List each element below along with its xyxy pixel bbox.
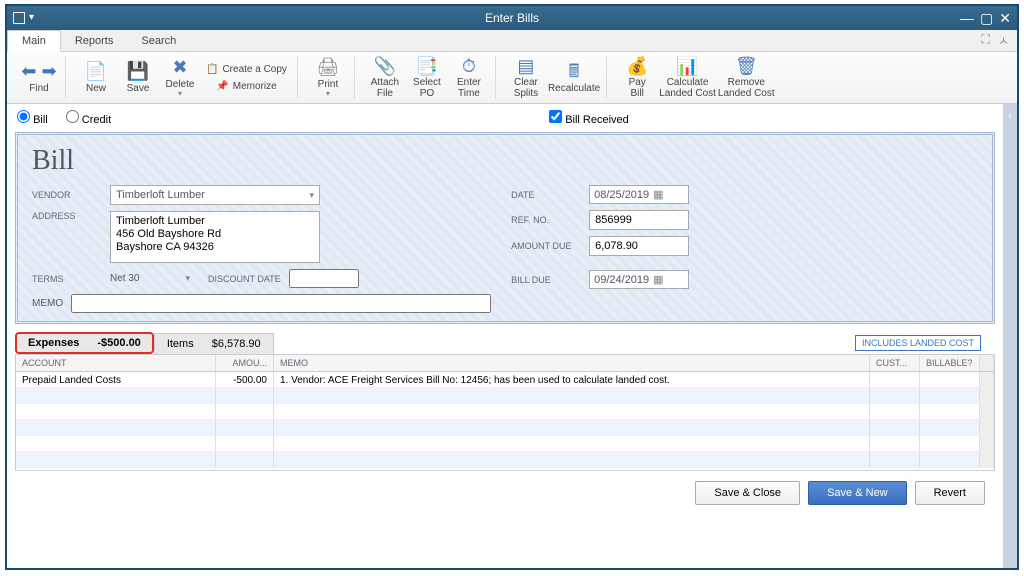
vendor-select[interactable]: Timberloft Lumber▾ [110, 185, 320, 205]
col-memo[interactable]: MEMO [274, 355, 870, 371]
chevron-down-icon: ▾ [309, 190, 314, 201]
clear-splits-button[interactable]: ▤Clear Splits [506, 56, 546, 99]
tab-reports[interactable]: Reports [61, 31, 128, 51]
new-doc-icon: 📄 [85, 61, 107, 83]
address-input[interactable] [110, 211, 320, 263]
delete-button[interactable]: ✖Delete▾ [160, 56, 200, 99]
terms-select[interactable]: Net 30▾ [110, 273, 190, 284]
table-row[interactable] [16, 388, 994, 404]
table-row[interactable] [16, 420, 994, 436]
nav-prev-next[interactable]: ⬅ ➡ Find [19, 56, 59, 99]
label-bill-due: BILL DUE [511, 275, 581, 285]
pay-icon: 💰 [626, 56, 648, 77]
new-button[interactable]: 📄New [76, 56, 116, 99]
calendar-icon: ▦ [653, 188, 663, 201]
label-date: DATE [511, 190, 581, 200]
date-input[interactable]: 08/25/2019▦ [589, 185, 689, 204]
checkbox-bill-received[interactable]: Bill Received [549, 110, 629, 126]
label-memo: MEMO [32, 298, 63, 309]
save-button[interactable]: 💾Save [118, 56, 158, 99]
create-copy-button[interactable]: 📋Create a Copy [202, 62, 291, 77]
save-close-button[interactable]: Save & Close [695, 481, 800, 505]
label-discount-date: DISCOUNT DATE [208, 274, 281, 284]
grid-header: ACCOUNT AMOU... MEMO CUST... BILLABLE? [16, 355, 994, 372]
bill-card: Bill VENDOR Timberloft Lumber▾ ADDRESS T… [15, 132, 995, 324]
expense-grid: ACCOUNT AMOU... MEMO CUST... BILLABLE? P… [15, 354, 995, 471]
label-terms: TERMS [32, 274, 102, 284]
save-icon: 💾 [127, 61, 149, 83]
paperclip-icon: 📎 [374, 56, 396, 77]
stopwatch-icon: ⏱ [462, 56, 476, 77]
stop-icon[interactable] [13, 12, 25, 24]
select-po-button[interactable]: 📑Select PO [407, 56, 447, 99]
detail-tabs: Expenses -$500.00 Items $6,578.90 INCLUD… [15, 332, 995, 354]
label-address: ADDRESS [32, 211, 102, 221]
toolbar: ⬅ ➡ Find 📄New 💾Save ✖Delete▾ 📋Create a C… [7, 52, 1017, 104]
label-amount-due: AMOUNT DUE [511, 241, 581, 251]
landed-cost-icon: 📊 [676, 56, 698, 77]
po-icon: 📑 [416, 56, 438, 77]
chevron-up-icon[interactable]: ㅅ [998, 32, 1009, 49]
expand-icon[interactable]: ⛶ [982, 32, 990, 49]
remove-landed-cost-button[interactable]: 🗑Remove Landed Cost [718, 56, 775, 99]
table-row[interactable]: Prepaid Landed Costs-500.001. Vendor: AC… [16, 372, 994, 388]
calc-landed-cost-button[interactable]: 📊Calculate Landed Cost [659, 56, 716, 99]
scrollbar-head [980, 355, 994, 371]
refno-input[interactable] [589, 210, 689, 230]
radio-bill[interactable]: Bill [17, 110, 48, 126]
arrow-left-right-icon: ⬅ ➡ [21, 61, 56, 83]
window-titlebar: ▾ Enter Bills — ▢ ✕ [7, 6, 1017, 30]
remove-cost-icon: 🗑 [735, 56, 758, 77]
label-vendor: VENDOR [32, 190, 102, 200]
col-customer[interactable]: CUST... [870, 355, 920, 371]
tab-search[interactable]: Search [127, 31, 190, 51]
window-title: Enter Bills [485, 11, 539, 25]
tab-items[interactable]: Items $6,578.90 [154, 333, 274, 354]
revert-button[interactable]: Revert [915, 481, 985, 505]
delete-icon: ✖ [172, 57, 187, 79]
discount-date-input[interactable] [289, 269, 359, 288]
print-button[interactable]: 🖨Print▾ [308, 56, 348, 99]
chevron-down-icon: ▾ [185, 273, 190, 284]
label-refno: REF. NO. [511, 215, 581, 225]
pin-icon: 📌 [216, 81, 228, 92]
col-account[interactable]: ACCOUNT [16, 355, 216, 371]
table-row[interactable] [16, 404, 994, 420]
table-row[interactable] [16, 436, 994, 452]
save-new-button[interactable]: Save & New [808, 481, 907, 505]
memorize-button[interactable]: 📌Memorize [202, 79, 291, 94]
close-icon[interactable]: ✕ [999, 10, 1011, 27]
copy-icon: 📋 [206, 64, 218, 75]
side-panel-collapse[interactable]: ‹ [1003, 104, 1017, 568]
pay-bill-button[interactable]: 💰Pay Bill [617, 56, 657, 99]
attach-file-button[interactable]: 📎Attach File [365, 56, 405, 99]
footer-buttons: Save & Close Save & New Revert [7, 471, 1003, 515]
recalculate-button[interactable]: 🖩Recalculate [548, 56, 600, 99]
amount-due-input[interactable] [589, 236, 689, 256]
enter-time-button[interactable]: ⏱Enter Time [449, 56, 489, 99]
memo-input[interactable] [71, 294, 491, 313]
tab-expenses[interactable]: Expenses -$500.00 [15, 332, 154, 354]
includes-landed-cost-badge[interactable]: INCLUDES LANDED COST [855, 335, 981, 351]
col-billable[interactable]: BILLABLE? [920, 355, 980, 371]
dropdown-icon[interactable]: ▾ [29, 12, 34, 24]
table-row[interactable] [16, 452, 994, 468]
maximize-icon[interactable]: ▢ [980, 10, 993, 27]
tab-main[interactable]: Main [7, 30, 61, 52]
bill-due-input[interactable]: 09/24/2019▦ [589, 270, 689, 289]
col-amount[interactable]: AMOU... [216, 355, 274, 371]
print-icon: 🖨 [317, 57, 340, 79]
calendar-icon: ▦ [653, 273, 663, 286]
radio-credit[interactable]: Credit [66, 110, 111, 126]
minimize-icon[interactable]: — [960, 10, 974, 27]
bill-heading: Bill [32, 145, 978, 177]
calculator-icon: 🖩 [569, 61, 580, 83]
ribbon-tabs: Main Reports Search ⛶ ㅅ [7, 30, 1017, 52]
splits-icon: ▤ [517, 56, 534, 77]
bill-type-row: Bill Credit Bill Received [7, 104, 1003, 132]
